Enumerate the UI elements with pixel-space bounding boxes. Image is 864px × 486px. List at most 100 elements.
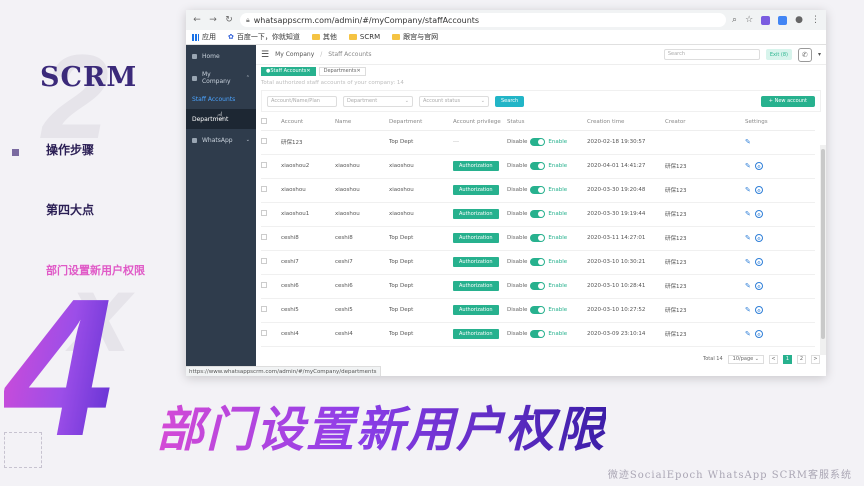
address-bar[interactable]: 🔒︎ whatsappscrm.com/admin/#/myCompany/st… <box>240 13 727 27</box>
prev-page-button[interactable]: < <box>769 354 778 364</box>
select-all-checkbox[interactable] <box>261 117 267 124</box>
scrollbar-thumb[interactable] <box>821 149 825 339</box>
exit-button[interactable]: Exit (8) <box>765 49 792 60</box>
breadcrumb-item[interactable]: My Company <box>275 51 314 58</box>
edit-icon[interactable]: ✎ <box>745 330 751 338</box>
grant-icon[interactable]: ⚙ <box>754 186 763 195</box>
status-toggle[interactable] <box>530 138 546 146</box>
input-placeholder: Department <box>347 98 378 104</box>
page-size-select[interactable]: 10/page ⌄ <box>727 354 764 364</box>
step-label: 操作步骤 <box>46 143 95 157</box>
reload-icon[interactable]: ↻ <box>224 15 234 25</box>
edit-icon[interactable]: ✎ <box>745 258 751 266</box>
whatsapp-logo-icon[interactable]: ✆ <box>797 47 812 62</box>
row-checkbox-cell <box>261 298 281 323</box>
sidebar-item-home[interactable]: Home <box>186 45 256 67</box>
row-checkbox[interactable] <box>261 162 267 168</box>
edit-icon[interactable]: ✎ <box>745 234 751 242</box>
status-toggle[interactable] <box>530 210 546 218</box>
extension-icon[interactable] <box>778 15 788 25</box>
grant-icon[interactable]: ⚙ <box>754 234 763 243</box>
status-toggle[interactable] <box>530 234 546 242</box>
edit-icon[interactable]: ✎ <box>745 138 751 146</box>
disable-label: Disable <box>507 163 528 169</box>
bookmark-baidu[interactable]: ✿ 百度一下，你就知道 <box>228 32 300 42</box>
account-icon[interactable]: ● <box>795 15 803 25</box>
search-button[interactable]: Search <box>495 95 525 107</box>
page-button[interactable]: 1 <box>783 354 792 364</box>
grant-icon[interactable]: ⚙ <box>754 330 763 339</box>
status-toggle[interactable] <box>530 282 546 290</box>
forward-arrow-icon[interactable]: → <box>208 15 218 25</box>
edit-icon[interactable]: ✎ <box>745 306 751 314</box>
authorization-button[interactable]: Authorization <box>453 161 499 171</box>
home-icon <box>192 53 197 59</box>
dropdown-caret-icon[interactable]: ▾ <box>818 51 821 58</box>
row-checkbox[interactable] <box>261 282 267 288</box>
back-arrow-icon[interactable]: ← <box>192 15 202 25</box>
row-checkbox[interactable] <box>261 210 267 216</box>
name-cell: xiaoshou <box>335 178 389 203</box>
status-toggle[interactable] <box>530 330 546 338</box>
extension-icon[interactable] <box>761 15 771 25</box>
edit-icon[interactable]: ✎ <box>745 282 751 290</box>
authorization-button[interactable]: Authorization <box>453 281 499 291</box>
status-toggle[interactable] <box>530 306 546 314</box>
status-toggle[interactable] <box>530 162 546 170</box>
column-header: Settings <box>745 114 815 131</box>
row-checkbox[interactable] <box>261 186 267 192</box>
department-select[interactable]: Department ⌄ <box>343 95 413 107</box>
enable-label: Enable <box>548 331 568 337</box>
privilege-cell: Authorization <box>453 202 507 227</box>
search-icon[interactable]: ⌕ <box>732 15 737 25</box>
tab-departments[interactable]: Departments ✕ <box>318 66 366 76</box>
disable-label: Disable <box>507 283 528 289</box>
menu-toggle-icon[interactable]: ☰ <box>261 50 269 60</box>
sidebar-item-my-company[interactable]: My Company ⌃ <box>186 67 256 89</box>
settings-cell: ✎ ⚙ <box>745 154 815 179</box>
row-checkbox[interactable] <box>261 330 267 336</box>
bookmark-apps[interactable]: 应用 <box>192 32 216 42</box>
authorization-button[interactable]: Authorization <box>453 257 499 267</box>
star-icon[interactable]: ☆ <box>745 15 753 25</box>
authorization-button[interactable]: Authorization <box>453 233 499 243</box>
column-header: Department <box>389 114 453 131</box>
bookmark-other[interactable]: 其他 <box>311 32 337 42</box>
header-checkbox-cell <box>261 114 281 131</box>
grant-icon[interactable]: ⚙ <box>754 306 763 315</box>
page-button[interactable]: 2 <box>797 354 806 364</box>
grant-icon[interactable]: ⚙ <box>754 162 763 171</box>
bookmark-scrm[interactable]: SCRM <box>348 33 380 41</box>
row-checkbox[interactable] <box>261 138 267 144</box>
edit-icon[interactable]: ✎ <box>745 210 751 218</box>
status-select[interactable]: Account status ⌄ <box>419 95 489 107</box>
authorization-button[interactable]: Authorization <box>453 185 499 195</box>
row-checkbox[interactable] <box>261 234 267 240</box>
creator-cell <box>665 130 745 155</box>
row-checkbox[interactable] <box>261 306 267 312</box>
grant-icon[interactable]: ⚙ <box>754 210 763 219</box>
sidebar-item-staff-accounts[interactable]: Staff Accounts <box>186 89 256 109</box>
edit-icon[interactable]: ✎ <box>745 162 751 170</box>
grant-icon[interactable]: ⚙ <box>754 258 763 267</box>
sidebar-item-whatsapp[interactable]: WhatsApp ⌄ <box>186 129 256 151</box>
disable-label: Disable <box>507 235 528 241</box>
edit-icon[interactable]: ✎ <box>745 186 751 194</box>
authorization-button[interactable]: Authorization <box>453 305 499 315</box>
enable-label: Enable <box>548 139 568 145</box>
grant-icon[interactable]: ⚙ <box>754 282 763 291</box>
row-checkbox-cell <box>261 130 281 155</box>
status-toggle[interactable] <box>530 258 546 266</box>
account-filter-input[interactable]: Account/Name/Plan <box>267 95 337 107</box>
new-account-button[interactable]: + New account <box>760 95 815 107</box>
top-search-input[interactable]: Search <box>663 49 760 60</box>
row-checkbox[interactable] <box>261 258 267 264</box>
authorization-button[interactable]: Authorization <box>453 209 499 219</box>
next-page-button[interactable]: > <box>811 354 820 364</box>
bookmark-official[interactable]: 跟宫与官网 <box>392 32 438 42</box>
tab-staff-accounts[interactable]: ● Staff Accounts ✕ <box>261 66 316 76</box>
settings-cell: ✎ <box>745 130 815 155</box>
menu-dots-icon[interactable]: ⋮ <box>811 15 820 25</box>
authorization-button[interactable]: Authorization <box>453 329 499 339</box>
status-toggle[interactable] <box>530 186 546 194</box>
